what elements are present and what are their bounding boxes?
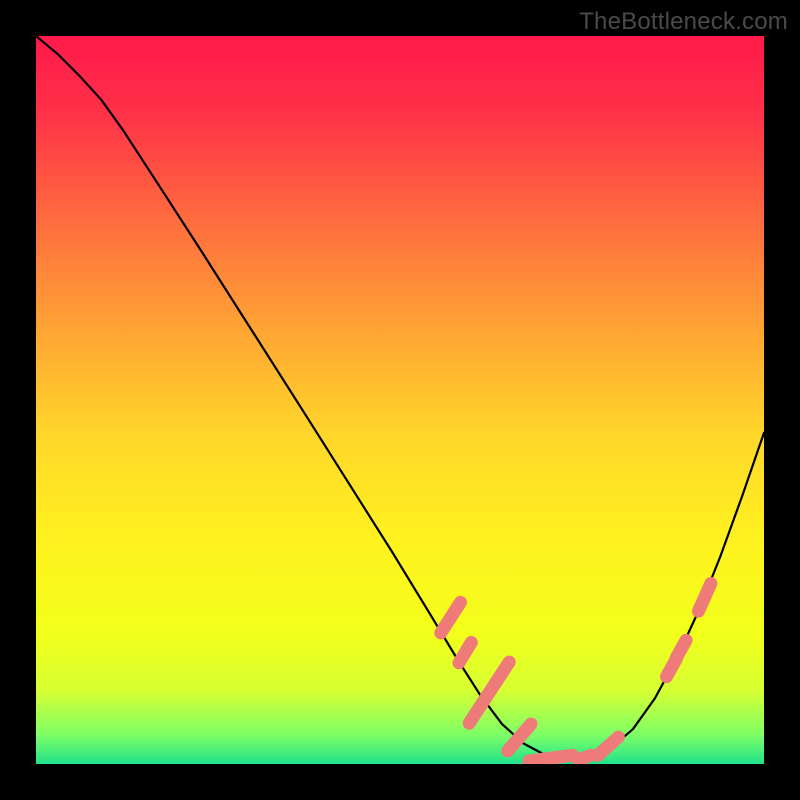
watermark-text: TheBottleneck.com [579,8,788,36]
chart-container: TheBottleneck.com [0,0,800,800]
plot-area [36,36,764,764]
chart-svg [36,36,764,764]
